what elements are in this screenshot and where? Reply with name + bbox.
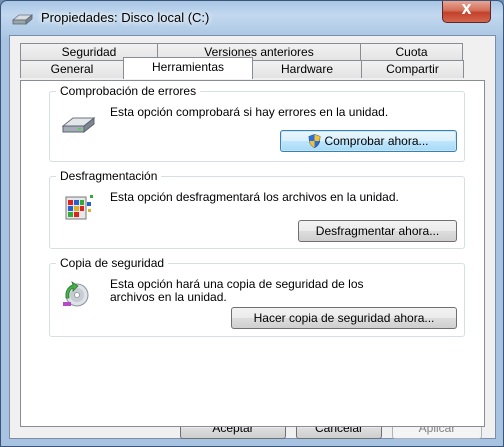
tab-row-bottom: General Herramientas Hardware Compartir — [20, 57, 464, 79]
backup-description: Esta opción hará una copia de seguridad … — [110, 277, 364, 304]
error-check-description: Esta opción comprobará si hay errores en… — [110, 105, 389, 119]
tab-hardware[interactable]: Hardware — [252, 60, 362, 78]
backup-icon — [63, 281, 89, 307]
properties-window: Propiedades: Disco local (C:) X Segurida… — [0, 0, 504, 447]
hard-drive-icon — [61, 116, 96, 134]
defrag-icon — [65, 195, 93, 220]
drive-icon — [11, 14, 33, 25]
backup-group: Copia de seguridad Esta opción hará una … — [49, 256, 465, 337]
defrag-now-button[interactable]: Desfragmentar ahora... — [298, 220, 457, 242]
error-check-group: Comprobación de errores Esta opción comp… — [49, 84, 465, 162]
defrag-group: Desfragmentación Esta opción desfragment… — [49, 169, 465, 249]
uac-shield-icon — [309, 133, 321, 148]
group-title-error-check: Comprobación de errores — [56, 84, 201, 98]
group-title-defrag: Desfragmentación — [56, 169, 162, 183]
tab-compartir[interactable]: Compartir — [361, 60, 464, 78]
tab-herramientas[interactable]: Herramientas — [123, 57, 253, 79]
dialog-client: Seguridad Versiones anteriores Cuota Gen… — [9, 35, 496, 439]
group-title-backup: Copia de seguridad — [56, 256, 169, 270]
check-now-button[interactable]: Comprobar ahora... — [280, 130, 457, 152]
check-now-label: Comprobar ahora... — [324, 134, 429, 148]
defrag-description: Esta opción desfragmentará los archivos … — [110, 190, 399, 204]
tools-panel: Comprobación de errores Esta opción comp… — [20, 80, 485, 427]
backup-now-button[interactable]: Hacer copia de seguridad ahora... — [231, 307, 457, 329]
tab-general[interactable]: General — [20, 60, 124, 78]
tab-cuota[interactable]: Cuota — [360, 43, 463, 61]
window-title: Propiedades: Disco local (C:) — [41, 10, 210, 25]
close-button[interactable]: X — [442, 1, 491, 23]
title-bar[interactable]: Propiedades: Disco local (C:) X — [1, 1, 503, 35]
